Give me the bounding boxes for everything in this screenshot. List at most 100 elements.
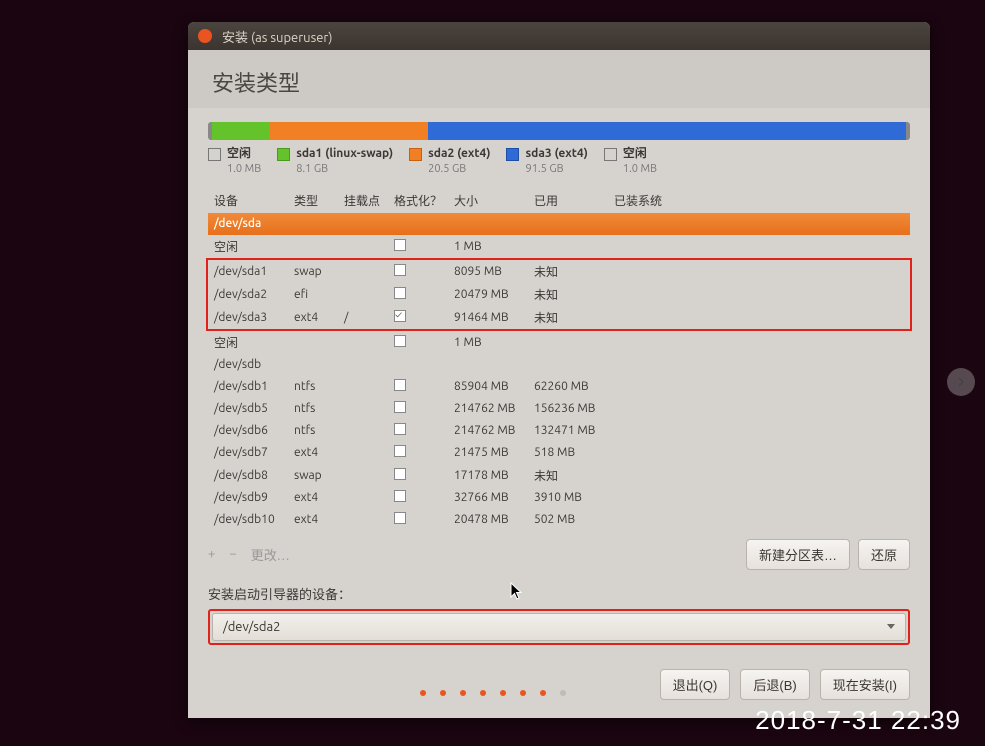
highlighted-partitions: /dev/sda1 swap 8095 MB 未知 /dev/sda2 efi …: [206, 258, 912, 331]
window-title: 安装 (as superuser): [222, 27, 332, 46]
cell-device: /dev/sdb9: [214, 491, 294, 504]
bootloader-dropdown[interactable]: /dev/sda2: [212, 613, 906, 641]
cell-used: 未知: [534, 467, 614, 484]
legend-swatch: [208, 148, 221, 161]
table-row[interactable]: 空闲 1 MB: [208, 331, 910, 354]
page-title: 安装类型: [188, 50, 930, 108]
cell-format[interactable]: [394, 239, 454, 254]
cell-device: /dev/sdb7: [214, 446, 294, 459]
close-icon[interactable]: [198, 29, 212, 43]
cell-type: ntfs: [294, 380, 344, 393]
cell-format[interactable]: [394, 287, 454, 302]
cell-device: /dev/sdb8: [214, 469, 294, 482]
disk-usage-bar: [208, 122, 910, 140]
legend-label: 空闲1.0 MB: [623, 146, 657, 176]
cell-type: swap: [294, 265, 344, 278]
cell-format[interactable]: [394, 401, 454, 416]
table-row[interactable]: 空闲 1 MB: [208, 235, 910, 258]
revert-button[interactable]: 还原: [858, 539, 910, 570]
cell-format[interactable]: [394, 423, 454, 438]
cell-device: /dev/sdb1: [214, 380, 294, 393]
partition-table: 设备 类型 挂载点 格式化？ 大小 已用 已装系统 /dev/sda 空闲 1 …: [208, 188, 910, 531]
back-button[interactable]: 后退(B): [740, 669, 809, 700]
disk-header-row[interactable]: /dev/sda: [208, 213, 910, 235]
cell-device: /dev/sdb6: [214, 424, 294, 437]
cell-type: ntfs: [294, 424, 344, 437]
installer-window: 安装 (as superuser) 安装类型 空闲1.0 MB sda1 (li…: [188, 22, 930, 718]
table-row[interactable]: /dev/sda1 swap 8095 MB 未知: [208, 260, 910, 283]
legend-swatch: [277, 148, 290, 161]
cell-used: 518 MB: [534, 446, 614, 459]
table-header: 设备 类型 挂载点 格式化？ 大小 已用 已装系统: [208, 188, 910, 213]
table-row[interactable]: /dev/sdb9 ext4 32766 MB 3910 MB: [208, 487, 910, 509]
bootloader-selected: /dev/sda2: [223, 620, 281, 634]
cell-device: 空闲: [214, 334, 294, 351]
legend-label: sda1 (linux-swap)8.1 GB: [296, 146, 393, 176]
cell-device: /dev/sda2: [214, 288, 294, 301]
cell-type: swap: [294, 469, 344, 482]
cell-format[interactable]: [394, 379, 454, 394]
legend-label: sda2 (ext4)20.5 GB: [428, 146, 490, 176]
cell-used: 132471 MB: [534, 424, 614, 437]
table-row[interactable]: /dev/sda2 efi 20479 MB 未知: [208, 283, 910, 306]
cell-format[interactable]: [394, 468, 454, 483]
col-device: 设备: [214, 192, 294, 209]
cell-used: 62260 MB: [534, 380, 614, 393]
legend-item: 空闲1.0 MB: [604, 146, 657, 176]
photo-next-icon[interactable]: [947, 368, 975, 396]
table-row[interactable]: /dev/sdb6 ntfs 214762 MB 132471 MB: [208, 420, 910, 442]
install-now-button[interactable]: 现在安装(I): [820, 669, 910, 700]
add-partition-button[interactable]: +: [208, 547, 215, 561]
cell-device: 空闲: [214, 238, 294, 255]
photo-timestamp: 2018-7-31 22:39: [755, 705, 961, 736]
cell-format[interactable]: [394, 310, 454, 324]
cell-size: 1 MB: [454, 336, 534, 349]
table-row[interactable]: /dev/sdb8 swap 17178 MB 未知: [208, 464, 910, 487]
change-partition-button[interactable]: 更改…: [251, 545, 290, 564]
legend-swatch: [604, 148, 617, 161]
table-row[interactable]: /dev/sdb1 ntfs 85904 MB 62260 MB: [208, 376, 910, 398]
cell-size: 8095 MB: [454, 265, 534, 278]
legend: 空闲1.0 MB sda1 (linux-swap)8.1 GB sda2 (e…: [208, 146, 910, 176]
partition-toolbar: + − 更改… 新建分区表… 还原: [208, 539, 910, 570]
cell-type: ext4: [294, 311, 344, 324]
cell-size: 91464 MB: [454, 311, 534, 324]
legend-swatch: [409, 148, 422, 161]
quit-button[interactable]: 退出(Q): [660, 669, 731, 700]
table-row[interactable]: /dev/sdb7 ext4 21475 MB 518 MB: [208, 442, 910, 464]
cell-format[interactable]: [394, 335, 454, 350]
cell-format[interactable]: [394, 512, 454, 527]
cell-size: 214762 MB: [454, 424, 534, 437]
remove-partition-button[interactable]: −: [229, 547, 236, 561]
cell-size: 85904 MB: [454, 380, 534, 393]
col-type: 类型: [294, 192, 344, 209]
table-row[interactable]: /dev/sdb5 ntfs 214762 MB 156236 MB: [208, 398, 910, 420]
legend-item: sda1 (linux-swap)8.1 GB: [277, 146, 393, 176]
cell-type: efi: [294, 288, 344, 301]
chevron-down-icon: [887, 624, 895, 629]
cell-device: /dev/sda1: [214, 265, 294, 278]
table-row[interactable]: /dev/sda3 ext4 / 91464 MB 未知: [208, 306, 910, 329]
content: 空闲1.0 MB sda1 (linux-swap)8.1 GB sda2 (e…: [188, 108, 930, 718]
cell-format[interactable]: [394, 264, 454, 279]
cell-format[interactable]: [394, 490, 454, 505]
legend-item: sda2 (ext4)20.5 GB: [409, 146, 490, 176]
cell-type: ext4: [294, 446, 344, 459]
col-system: 已装系统: [614, 192, 904, 209]
cell-size: 20479 MB: [454, 288, 534, 301]
carousel-dots: [420, 690, 566, 696]
disk-header-row[interactable]: /dev/sdb: [208, 354, 910, 376]
cell-type: ntfs: [294, 402, 344, 415]
cell-size: 20478 MB: [454, 513, 534, 526]
cell-used: 未知: [534, 309, 614, 326]
new-partition-table-button[interactable]: 新建分区表…: [746, 539, 850, 570]
cell-mount: /: [344, 311, 394, 324]
titlebar[interactable]: 安装 (as superuser): [188, 22, 930, 50]
cell-size: 21475 MB: [454, 446, 534, 459]
col-mount: 挂载点: [344, 192, 394, 209]
cell-format[interactable]: [394, 445, 454, 460]
cell-device: /dev/sda3: [214, 311, 294, 324]
table-row[interactable]: /dev/sdb10 ext4 20478 MB 502 MB: [208, 509, 910, 531]
legend-swatch: [506, 148, 519, 161]
cell-device: /dev/sdb5: [214, 402, 294, 415]
